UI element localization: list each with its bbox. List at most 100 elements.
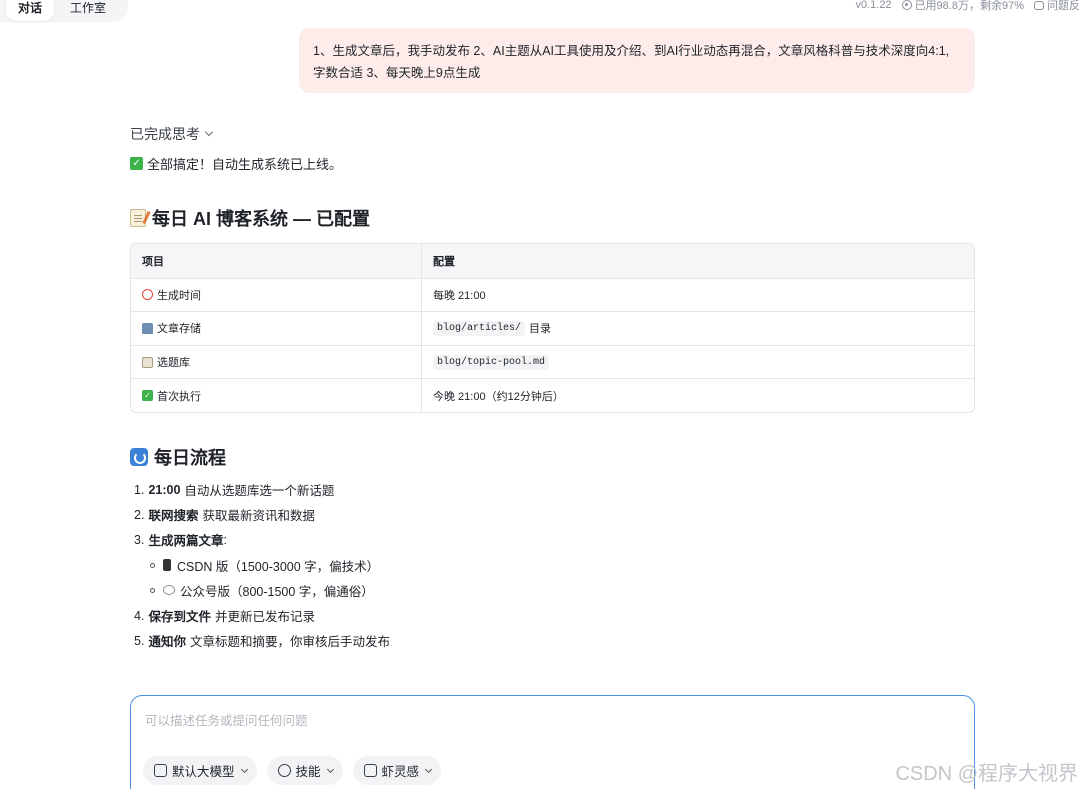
value-cell: 今晚 21:00（约12分钟后） — [422, 379, 974, 412]
path-code: blog/topic-pool.md — [433, 354, 550, 370]
list-item: 3. 生成两篇文章 : — [134, 527, 390, 552]
mode-tabs: 对话 工作室 — [0, 0, 129, 22]
sub-step-text: 公众号版（800-1500 字，偏通俗） — [180, 584, 374, 599]
status-text: 全部搞定！自动生成系统已上线。 — [147, 157, 343, 172]
value-cell: 每晚 21:00 — [422, 279, 974, 312]
chip-label: 默认大模型 — [172, 765, 235, 779]
user-message-line: 1、生成文章后，我手动发布 2、AI主题从AI工具使用及介绍、到AI行业动态再混… — [313, 44, 950, 58]
tab-chat[interactable]: 对话 — [6, 0, 55, 21]
step-text: 自动从选题库选一个新话题 — [184, 484, 335, 499]
section-title: 每日 AI 博客系统 — 已配置 — [152, 209, 371, 229]
usage-indicator[interactable]: 已用98.8万，剩余97% — [901, 0, 1024, 13]
sub-step-text: CSDN 版（1500-3000 字，偏技术） — [177, 559, 380, 574]
item-label: 首次执行 — [157, 390, 201, 403]
item-cell: 选题库 — [131, 345, 422, 379]
cycle-arrows-icon — [130, 448, 148, 466]
column-header-config: 配置 — [433, 255, 455, 268]
bullet-icon — [150, 587, 155, 593]
sub-list-item: 公众号版（800-1500 字，偏通俗） — [134, 578, 390, 603]
composer-toolbar: 默认大模型 技能 虾灵感 — [143, 756, 442, 785]
path-code: blog/articles/ — [433, 320, 526, 336]
item-cell: 生成时间 — [131, 278, 422, 312]
chevron-down-icon — [425, 765, 433, 773]
tab-studio[interactable]: 工作室 — [58, 0, 118, 21]
list-item: 1. 21:00 自动从选题库选一个新话题 — [134, 477, 390, 502]
list-item: 5. 通知你 文章标题和摘要，你审核后手动发布 — [134, 628, 390, 653]
feedback-label: 问题反 — [1047, 0, 1080, 12]
card-index-icon — [142, 356, 153, 368]
prompt-input[interactable] — [145, 710, 955, 740]
check-mark-icon: ✓ — [142, 390, 153, 402]
cube-icon — [154, 764, 167, 777]
table-row: ✓ 首次执行 今晚 21:00（约12分钟后） — [131, 378, 974, 412]
section-heading-system: 每日 AI 博客系统 — 已配置 — [130, 205, 370, 231]
step-number: 1. — [134, 482, 145, 497]
table-row: 生成时间 每晚 21:00 — [131, 277, 974, 312]
inspiration-button[interactable]: 虾灵感 — [352, 756, 442, 785]
config-table: 项目 配置 生成时间 每晚 21:00 文章存储 blog/articles/ … — [130, 243, 975, 413]
chevron-down-icon — [326, 765, 334, 773]
list-item: 4. 保存到文件 并更新已发布记录 — [134, 603, 390, 628]
step-text: 获取最新资讯和数据 — [202, 509, 315, 524]
thinking-label: 已完成思考 — [130, 126, 200, 142]
table-row: 选题库 blog/topic-pool.md — [131, 344, 974, 379]
smile-icon — [363, 764, 377, 777]
value-cell: blog/topic-pool.md — [422, 346, 974, 379]
user-message-line: 字数合适 3、每天晚上9点生成 — [313, 66, 481, 80]
memo-icon — [130, 209, 146, 227]
value-text: 今晚 21:00（约12分钟后） — [433, 390, 564, 403]
item-cell: 文章存储 — [131, 312, 422, 345]
step-keyword: 通知你 — [148, 635, 186, 650]
item-label: 生成时间 — [157, 289, 201, 302]
step-number: 4. — [134, 608, 145, 623]
value-text: 每晚 21:00 — [433, 289, 486, 302]
step-text: 并更新已发布记录 — [214, 610, 315, 625]
step-text: : — [223, 532, 227, 547]
check-mark-icon: ✓ — [130, 157, 143, 170]
step-keyword: 21:00 — [148, 482, 181, 497]
thinking-toggle[interactable]: 已完成思考 — [130, 124, 214, 144]
mobile-phone-icon — [163, 559, 171, 572]
chevron-down-icon — [240, 765, 248, 773]
folder-icon — [142, 322, 153, 334]
user-message-bubble: 1、生成文章后，我手动发布 2、AI主题从AI工具使用及介绍、到AI行业动态再混… — [299, 28, 975, 93]
quota-icon — [901, 0, 912, 10]
speech-bubble-icon — [163, 585, 175, 596]
column-header-item: 项目 — [131, 244, 422, 278]
table-header-row: 项目 配置 — [131, 244, 974, 278]
usage-text: 已用98.8万，剩余97% — [914, 0, 1024, 12]
list-item: 2. 联网搜索 获取最新资讯和数据 — [134, 502, 390, 527]
alarm-clock-icon — [142, 289, 153, 301]
step-number: 3. — [134, 532, 145, 547]
top-status-bar: v0.1.22 已用98.8万，剩余97% 问题反 — [855, 0, 1080, 12]
value-suffix: 目录 — [529, 323, 552, 336]
value-cell: blog/articles/ 目录 — [422, 312, 974, 345]
palette-icon — [277, 764, 291, 777]
watermark: CSDN @程序大视界 — [895, 757, 1078, 786]
flow-steps-list: 1. 21:00 自动从选题库选一个新话题 2. 联网搜索 获取最新资讯和数据 … — [134, 477, 390, 653]
message-composer: 默认大模型 技能 虾灵感 — [130, 695, 975, 789]
section-heading-flow: 每日流程 — [130, 444, 226, 470]
watermark-text: CSDN @程序大视界 — [895, 763, 1078, 785]
chip-label: 技能 — [295, 765, 321, 779]
status-line: ✓ 全部搞定！自动生成系统已上线。 — [130, 154, 342, 173]
chevron-down-icon — [204, 127, 214, 137]
step-text: 文章标题和摘要，你审核后手动发布 — [189, 635, 390, 650]
table-row: 文章存储 blog/articles/ 目录 — [131, 311, 974, 345]
feedback-icon — [1034, 0, 1044, 10]
step-number: 5. — [134, 633, 145, 648]
version-label: v0.1.22 — [855, 0, 892, 11]
section-title: 每日流程 — [154, 448, 226, 468]
step-keyword: 联网搜索 — [148, 509, 199, 524]
chip-label: 虾灵感 — [381, 765, 420, 779]
item-label: 选题库 — [157, 357, 190, 370]
step-keyword: 生成两篇文章 — [148, 534, 224, 549]
feedback-button[interactable]: 问题反 — [1034, 0, 1080, 13]
item-cell: ✓ 首次执行 — [131, 379, 422, 412]
bullet-icon — [150, 562, 155, 568]
step-keyword: 保存到文件 — [148, 610, 211, 625]
item-label: 文章存储 — [157, 323, 201, 336]
model-selector-button[interactable]: 默认大模型 — [143, 756, 257, 785]
skills-button[interactable]: 技能 — [266, 756, 343, 785]
sub-list-item: CSDN 版（1500-3000 字，偏技术） — [134, 553, 390, 578]
